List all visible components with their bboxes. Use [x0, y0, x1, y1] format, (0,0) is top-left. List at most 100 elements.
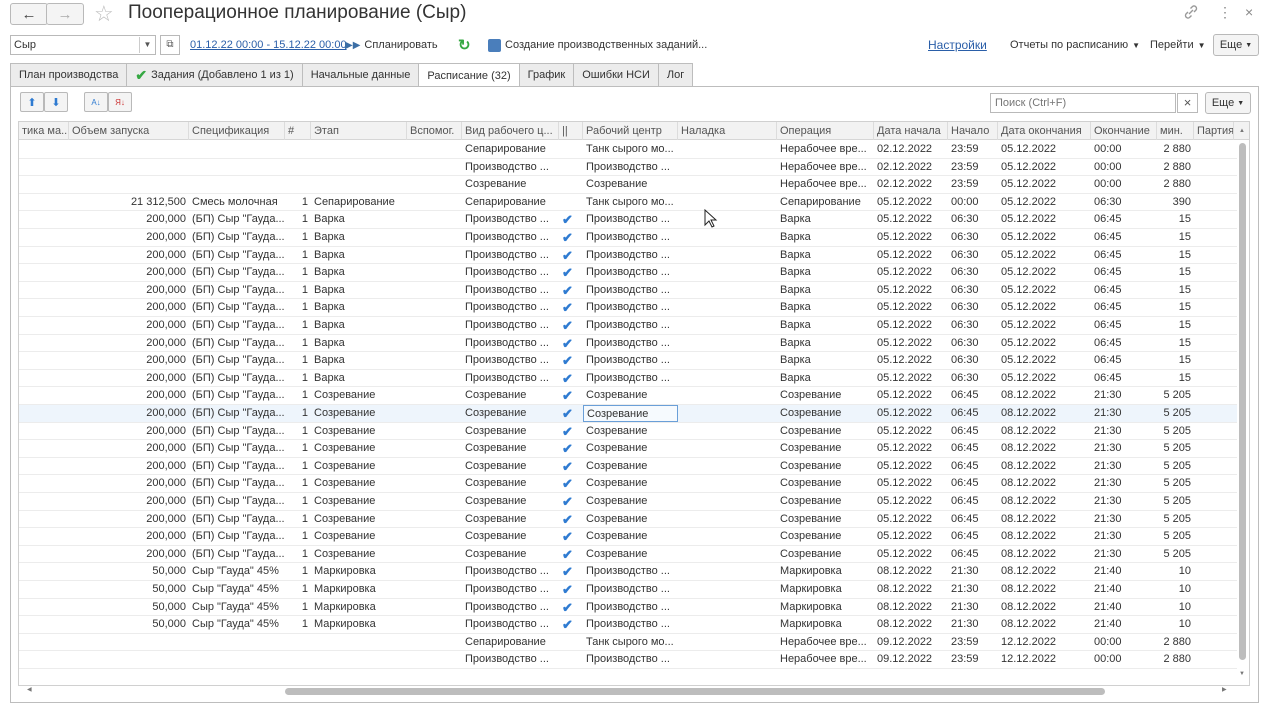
- table-cell: [678, 317, 777, 334]
- table-row[interactable]: 200,000 (БП) Сыр "Гауда... 1 Созревание Созр…: [19, 493, 1237, 511]
- table-row[interactable]: 200,000 (БП) Сыр "Гауда... 1 Варка Производс…: [19, 282, 1237, 300]
- table-row[interactable]: Производство ... Производство ... Нерабоче…: [19, 159, 1237, 177]
- column-header[interactable]: Рабочий центр: [583, 122, 678, 140]
- table-cell: [19, 317, 69, 334]
- table-cell: [189, 141, 285, 158]
- goto-menu[interactable]: Перейти ▼: [1150, 36, 1206, 54]
- table-row[interactable]: 200,000 (БП) Сыр "Гауда... 1 Варка Производс…: [19, 317, 1237, 335]
- table-row[interactable]: 200,000 (БП) Сыр "Гауда... 1 Созревание Созр…: [19, 528, 1237, 546]
- column-header[interactable]: тика ма...: [19, 122, 69, 140]
- column-header[interactable]: мин.: [1157, 122, 1194, 140]
- column-header[interactable]: Операция: [777, 122, 874, 140]
- column-header[interactable]: Спецификация: [189, 122, 285, 140]
- table-row[interactable]: 200,000 (БП) Сыр "Гауда... 1 Созревание Созр…: [19, 458, 1237, 476]
- column-header[interactable]: Дата начала: [874, 122, 948, 140]
- back-button[interactable]: ←: [10, 3, 48, 25]
- table-cell: Маркировка: [314, 583, 376, 595]
- tab-initial-data[interactable]: Начальные данные: [301, 63, 420, 87]
- scroll-left-icon[interactable]: ◀: [27, 686, 32, 693]
- grid-more-button[interactable]: Еще ▼: [1205, 92, 1251, 114]
- horizontal-scrollbar[interactable]: [285, 688, 1105, 695]
- tab-chart[interactable]: График: [518, 63, 575, 87]
- check-icon: ✔: [562, 476, 573, 492]
- column-header[interactable]: ||: [559, 122, 583, 140]
- table-cell: 05.12.2022: [1001, 231, 1057, 243]
- table-row[interactable]: 200,000 (БП) Сыр "Гауда... 1 Варка Производс…: [19, 229, 1237, 247]
- tab-nsi-errors[interactable]: Ошибки НСИ: [573, 63, 659, 87]
- table-row[interactable]: Созревание Созревание Нерабочее вре... 02.1…: [19, 176, 1237, 194]
- link-icon[interactable]: [1183, 4, 1199, 23]
- clear-search-icon[interactable]: ×: [1177, 93, 1198, 113]
- product-select[interactable]: Сыр ▼: [10, 35, 156, 55]
- column-header[interactable]: Вспомог.: [407, 122, 462, 140]
- table-cell: 05.12.2022: [1001, 178, 1057, 191]
- scroll-right-icon[interactable]: ▶: [1222, 686, 1227, 693]
- column-header[interactable]: Дата окончания: [998, 122, 1091, 140]
- tab-production-plan[interactable]: План производства: [10, 63, 128, 87]
- table-row[interactable]: 200,000 (БП) Сыр "Гауда... 1 Созревание Созр…: [19, 475, 1237, 493]
- table-row[interactable]: 200,000 (БП) Сыр "Гауда... 1 Варка Производс…: [19, 211, 1237, 229]
- period-link[interactable]: 01.12.22 00:00 - 15.12.22 00:00: [190, 36, 347, 54]
- more-vert-icon[interactable]: ⋮: [1218, 4, 1232, 21]
- plan-button[interactable]: ▶▶ Спланировать: [345, 36, 438, 54]
- scroll-up-icon[interactable]: ▲: [1239, 128, 1245, 134]
- close-icon[interactable]: ×: [1245, 4, 1253, 20]
- table-row[interactable]: 50,000 Сыр "Гауда" 45% 1 Маркировка Производ…: [19, 599, 1237, 617]
- table-row[interactable]: Сепарирование Танк сырого мо... Нерабочее …: [19, 634, 1237, 652]
- table-cell: [311, 651, 407, 668]
- table-cell: Маркировка: [314, 618, 376, 631]
- table-row[interactable]: 200,000 (БП) Сыр "Гауда... 1 Созревание Созр…: [19, 546, 1237, 564]
- search-input[interactable]: [990, 93, 1176, 113]
- more-button[interactable]: Еще ▼: [1213, 34, 1259, 56]
- table-cell: Производство ...: [465, 319, 549, 331]
- table-cell: Сепарирование: [780, 195, 861, 208]
- tab-schedule[interactable]: Расписание (32): [418, 63, 520, 88]
- table-row[interactable]: 200,000 (БП) Сыр "Гауда... 1 Созревание Созр…: [19, 387, 1237, 405]
- forward-button[interactable]: →: [46, 3, 84, 25]
- table-row[interactable]: 200,000 (БП) Сыр "Гауда... 1 Созревание Созр…: [19, 405, 1237, 423]
- table-row[interactable]: Сепарирование Танк сырого мо... Нерабочее …: [19, 141, 1237, 159]
- column-header[interactable]: #: [285, 122, 311, 140]
- tab-tasks[interactable]: ✔ Задания (Добавлено 1 из 1): [126, 63, 303, 87]
- chevron-down-icon[interactable]: ▼: [139, 37, 155, 53]
- table-row[interactable]: 200,000 (БП) Сыр "Гауда... 1 Созревание Созр…: [19, 440, 1237, 458]
- table-row[interactable]: 200,000 (БП) Сыр "Гауда... 1 Созревание Созр…: [19, 423, 1237, 441]
- table-row[interactable]: 50,000 Сыр "Гауда" 45% 1 Маркировка Производ…: [19, 563, 1237, 581]
- table-cell: [189, 651, 285, 668]
- vertical-scrollbar[interactable]: [1239, 143, 1246, 660]
- table-row[interactable]: 200,000 (БП) Сыр "Гауда... 1 Варка Производс…: [19, 299, 1237, 317]
- table-row[interactable]: 50,000 Сыр "Гауда" 45% 1 Маркировка Производ…: [19, 581, 1237, 599]
- settings-link[interactable]: Настройки: [928, 36, 987, 54]
- table-cell: 05.12.2022: [1001, 213, 1057, 226]
- table-cell: [678, 581, 777, 598]
- sort-asc-button[interactable]: A↓: [84, 92, 108, 112]
- table-row[interactable]: 21 312,500 Смесь молочная 1 Сепарирование Се…: [19, 194, 1237, 212]
- favorite-star-icon[interactable]: ☆: [94, 1, 114, 27]
- scroll-down-icon[interactable]: ▼: [1239, 671, 1245, 677]
- table-row[interactable]: 200,000 (БП) Сыр "Гауда... 1 Варка Производс…: [19, 370, 1237, 388]
- column-header[interactable]: Партия: [1194, 122, 1234, 140]
- table-row[interactable]: 200,000 (БП) Сыр "Гауда... 1 Варка Производс…: [19, 264, 1237, 282]
- column-header[interactable]: Этап: [311, 122, 407, 140]
- table-row[interactable]: Производство ... Производство ... Нерабоче…: [19, 651, 1237, 669]
- table-row[interactable]: 200,000 (БП) Сыр "Гауда... 1 Варка Производс…: [19, 335, 1237, 353]
- reports-menu[interactable]: Отчеты по расписанию ▼: [1010, 36, 1140, 54]
- column-header[interactable]: Вид рабочего ц...: [462, 122, 559, 140]
- table-row[interactable]: 200,000 (БП) Сыр "Гауда... 1 Варка Производс…: [19, 352, 1237, 370]
- table-row[interactable]: 200,000 (БП) Сыр "Гауда... 1 Варка Производс…: [19, 247, 1237, 265]
- column-header[interactable]: Наладка: [678, 122, 777, 140]
- column-header[interactable]: Начало: [948, 122, 998, 140]
- table-cell: Маркировка: [780, 565, 842, 578]
- move-down-button[interactable]: ⬇: [44, 92, 68, 112]
- table-row[interactable]: 50,000 Сыр "Гауда" 45% 1 Маркировка Производ…: [19, 616, 1237, 634]
- tab-log[interactable]: Лог: [657, 63, 694, 87]
- refresh-icon[interactable]: ↻: [458, 36, 471, 54]
- table-row[interactable]: 200,000 (БП) Сыр "Гауда... 1 Созревание Созр…: [19, 511, 1237, 529]
- create-tasks-button[interactable]: Создание производственных заданий...: [488, 36, 707, 54]
- open-icon[interactable]: ⧉: [160, 35, 180, 55]
- column-header[interactable]: Объем запуска: [69, 122, 189, 140]
- sort-desc-button[interactable]: Я↓: [108, 92, 132, 112]
- move-up-button[interactable]: ⬆: [20, 92, 44, 112]
- column-header[interactable]: Окончание: [1091, 122, 1157, 140]
- table-cell: Созревание: [780, 407, 842, 419]
